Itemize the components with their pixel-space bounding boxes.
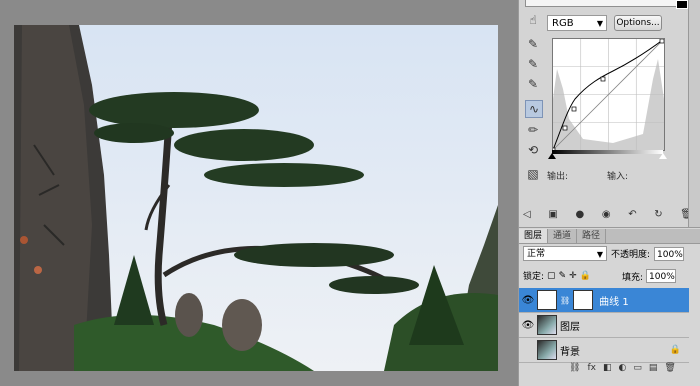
lock-transparent-icon[interactable]: ▢ [547,271,556,281]
mask-thumbnail[interactable] [573,290,594,310]
blend-mode-select[interactable]: 正常 ▼ [523,246,607,261]
lock-all-icon[interactable]: 🔒 [580,271,591,281]
folder-icon[interactable]: ▭ [633,363,642,373]
curves-adjustment-panel: ☝ ✎ ✎ ✎ ∿ ✏ ⟲ ▧ RGB ▼ Options... 输出: 输入:… [519,0,700,228]
eye-icon[interactable]: ◉ [602,209,611,223]
document-image[interactable] [14,25,498,371]
layer-thumbnail [537,315,557,335]
refresh-icon[interactable]: ↻ [654,209,662,223]
new-layer-icon[interactable]: ▤ [649,363,658,373]
curve-graph[interactable] [552,38,665,151]
chevron-down-icon: ▼ [596,19,603,28]
reset-icon[interactable]: ↶ [628,209,636,223]
clip-icon[interactable]: ▣ [548,209,557,223]
trash-icon[interactable]: 🗑 [664,363,675,373]
curve-point-icon[interactable]: ∿ [525,100,543,118]
curves-thumbnail [537,290,557,310]
lock-label: 锁定: [523,272,545,282]
link-layers-icon[interactable]: ⛓ [569,363,580,373]
smooth-icon[interactable]: ⟲ [525,142,541,158]
channel-select-value: RGB [552,18,574,29]
curve-svg [553,39,664,150]
color-swatch[interactable] [676,0,688,9]
adjust-icon[interactable]: ☝ [525,12,541,28]
link-icon: ⛓ [560,295,571,305]
return-icon[interactable]: ◁ [523,209,531,223]
fill-field[interactable]: 100% [646,269,677,283]
white-point-slider[interactable] [659,153,667,159]
canvas-area [0,0,518,386]
opacity-field[interactable]: 100% [654,246,685,261]
tab-channels[interactable]: 通道 [548,229,578,243]
curves-tool-column: ☝ ✎ ✎ ✎ ∿ ✏ ⟲ ▧ [525,12,543,186]
lock-pixels-icon[interactable]: ✎ [559,271,567,281]
curves-bottom-toolbar: ◁ ▣ ● ◉ ↶ ↻ 🗑 [523,209,693,223]
layer-row-curves[interactable]: 👁 ⛓ 曲线 1 [519,288,689,313]
blend-mode-value: 正常 [527,249,546,259]
tab-layers[interactable]: 图层 [519,229,549,243]
lock-icon: 🔒 [669,345,681,355]
fill-label: 填充: [622,272,644,283]
view-icon[interactable]: ● [575,209,584,223]
pencil-icon[interactable]: ✏ [525,122,541,138]
input-label: 输入: [607,172,629,182]
background-thumbnail [537,340,557,360]
mask-icon[interactable]: ◧ [603,363,612,373]
eyedropper-black-icon[interactable]: ✎ [525,36,541,52]
layer-name: 图层 [560,321,580,333]
right-panel: ☝ ✎ ✎ ✎ ∿ ✏ ⟲ ▧ RGB ▼ Options... 输出: 输入:… [518,0,700,386]
panel-header-strip [525,0,677,7]
channel-select[interactable]: RGB ▼ [547,15,607,31]
layers-panel: 图层 通道 路径 正常 ▼ 不透明度: 100% 锁定: ▢ ✎ ✛ 🔒 填充:… [519,229,700,386]
opacity-label: 不透明度: [611,250,651,260]
eye-icon[interactable]: 👁 [519,320,537,331]
eyedropper-gray-icon[interactable]: ✎ [525,56,541,72]
landscape-photo [14,25,498,371]
layers-bottom-toolbar: ⛓ fx ◧ ◐ ▭ ▤ 🗑 [569,363,676,373]
blend-row: 正常 ▼ 不透明度: 100% [523,246,685,261]
input-gradient-bar [552,150,663,154]
output-label: 输出: [547,172,569,182]
layer-name: 曲线 1 [599,296,629,308]
fill-row: 填充: 100% [622,269,677,283]
fx-icon[interactable]: fx [587,363,596,373]
chevron-down-icon: ▼ [596,250,603,259]
lock-position-icon[interactable]: ✛ [569,271,577,281]
layer-row-background[interactable]: 背景 🔒 [519,338,689,363]
layer-row-layer[interactable]: 👁 图层 [519,313,689,338]
eye-icon[interactable]: 👁 [519,295,537,306]
black-point-slider[interactable] [548,153,556,159]
layers-tabs: 图层 通道 路径 [519,229,700,244]
options-button[interactable]: Options... [614,15,662,31]
layer-name: 背景 [560,346,580,358]
eyedropper-white-icon[interactable]: ✎ [525,76,541,92]
panel-scrollbar[interactable] [688,0,700,227]
tab-paths[interactable]: 路径 [577,229,607,243]
lock-row: 锁定: ▢ ✎ ✛ 🔒 [523,269,591,283]
adjustment-icon[interactable]: ◐ [618,363,626,373]
histogram-warning-icon[interactable]: ▧ [525,166,541,182]
